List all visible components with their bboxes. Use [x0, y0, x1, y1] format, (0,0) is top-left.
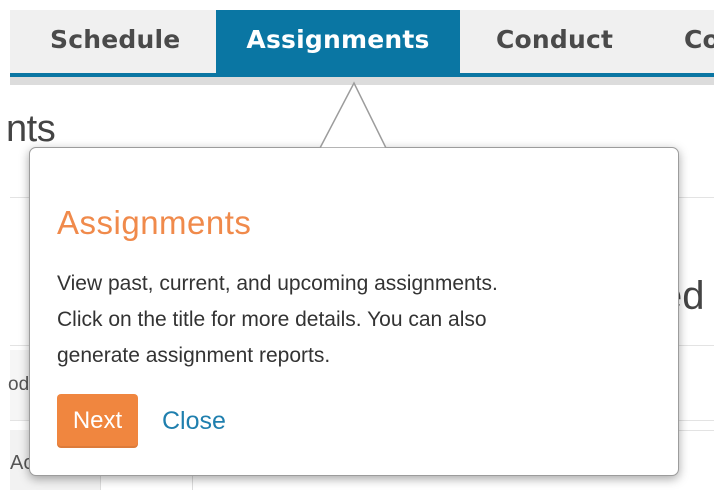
next-button[interactable]: Next: [57, 394, 138, 448]
top-strip: [0, 0, 714, 10]
tab-schedule[interactable]: Schedule: [50, 10, 180, 74]
popover-title: Assignments: [57, 204, 252, 241]
close-link[interactable]: Close: [162, 407, 226, 436]
popover-body-line: Click on the title for more details. You…: [57, 308, 487, 331]
tab-next-truncated[interactable]: Co: [684, 10, 714, 74]
tab-assignments[interactable]: Assignments: [216, 10, 460, 74]
popover-body: View past, current, and upcoming assignm…: [57, 266, 657, 374]
page-title: nts: [6, 108, 56, 150]
popover-body-line: View past, current, and upcoming assignm…: [57, 272, 498, 295]
popover-arrow-icon: [318, 81, 392, 154]
popover-body-line: generate assignment reports.: [57, 344, 331, 367]
tab-bar: Schedule Assignments Conduct Co: [10, 10, 714, 74]
table-header-fragment: od: [8, 374, 30, 395]
tab-conduct[interactable]: Conduct: [496, 10, 613, 74]
